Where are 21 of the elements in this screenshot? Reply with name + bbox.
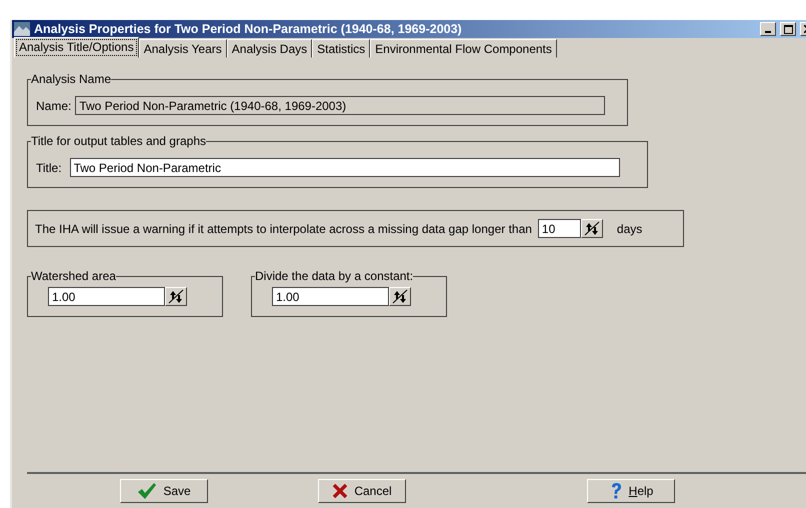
group-label: Analysis Name bbox=[31, 72, 112, 86]
title-field[interactable]: Two Period Non-Parametric bbox=[70, 158, 620, 177]
group-label: Title for output tables and graphs bbox=[31, 134, 206, 148]
window-title: Analysis Properties for Two Period Non-Parametric (1940-68, 1969-2003) bbox=[34, 22, 463, 36]
tab[interactable]: Analysis Years bbox=[138, 39, 227, 58]
tab[interactable]: Analysis Days bbox=[226, 39, 312, 58]
number-field[interactable]: 1.00 bbox=[272, 287, 389, 306]
number-field[interactable]: 1.00 bbox=[48, 287, 165, 306]
unit-label: days bbox=[616, 222, 642, 236]
field-label: Name: bbox=[36, 98, 72, 112]
cancel-button[interactable]: Cancel bbox=[318, 479, 406, 503]
tab[interactable]: Environmental Flow Components bbox=[370, 39, 557, 58]
group-label: Watershed area bbox=[31, 269, 116, 283]
group-label: Divide the data by a constant: bbox=[255, 269, 414, 283]
help-button[interactable]: Help bbox=[587, 479, 675, 503]
number-field[interactable]: 10 bbox=[538, 219, 581, 238]
warning-text: The IHA will issue a warning if it attempts to interpolate across a missing data gap longer than bbox=[35, 222, 532, 236]
save-button[interactable]: Save bbox=[120, 479, 208, 503]
tab[interactable]: Analysis Title/Options bbox=[14, 37, 139, 58]
field-label: Title: bbox=[36, 160, 62, 174]
tab[interactable]: Statistics bbox=[312, 39, 370, 58]
